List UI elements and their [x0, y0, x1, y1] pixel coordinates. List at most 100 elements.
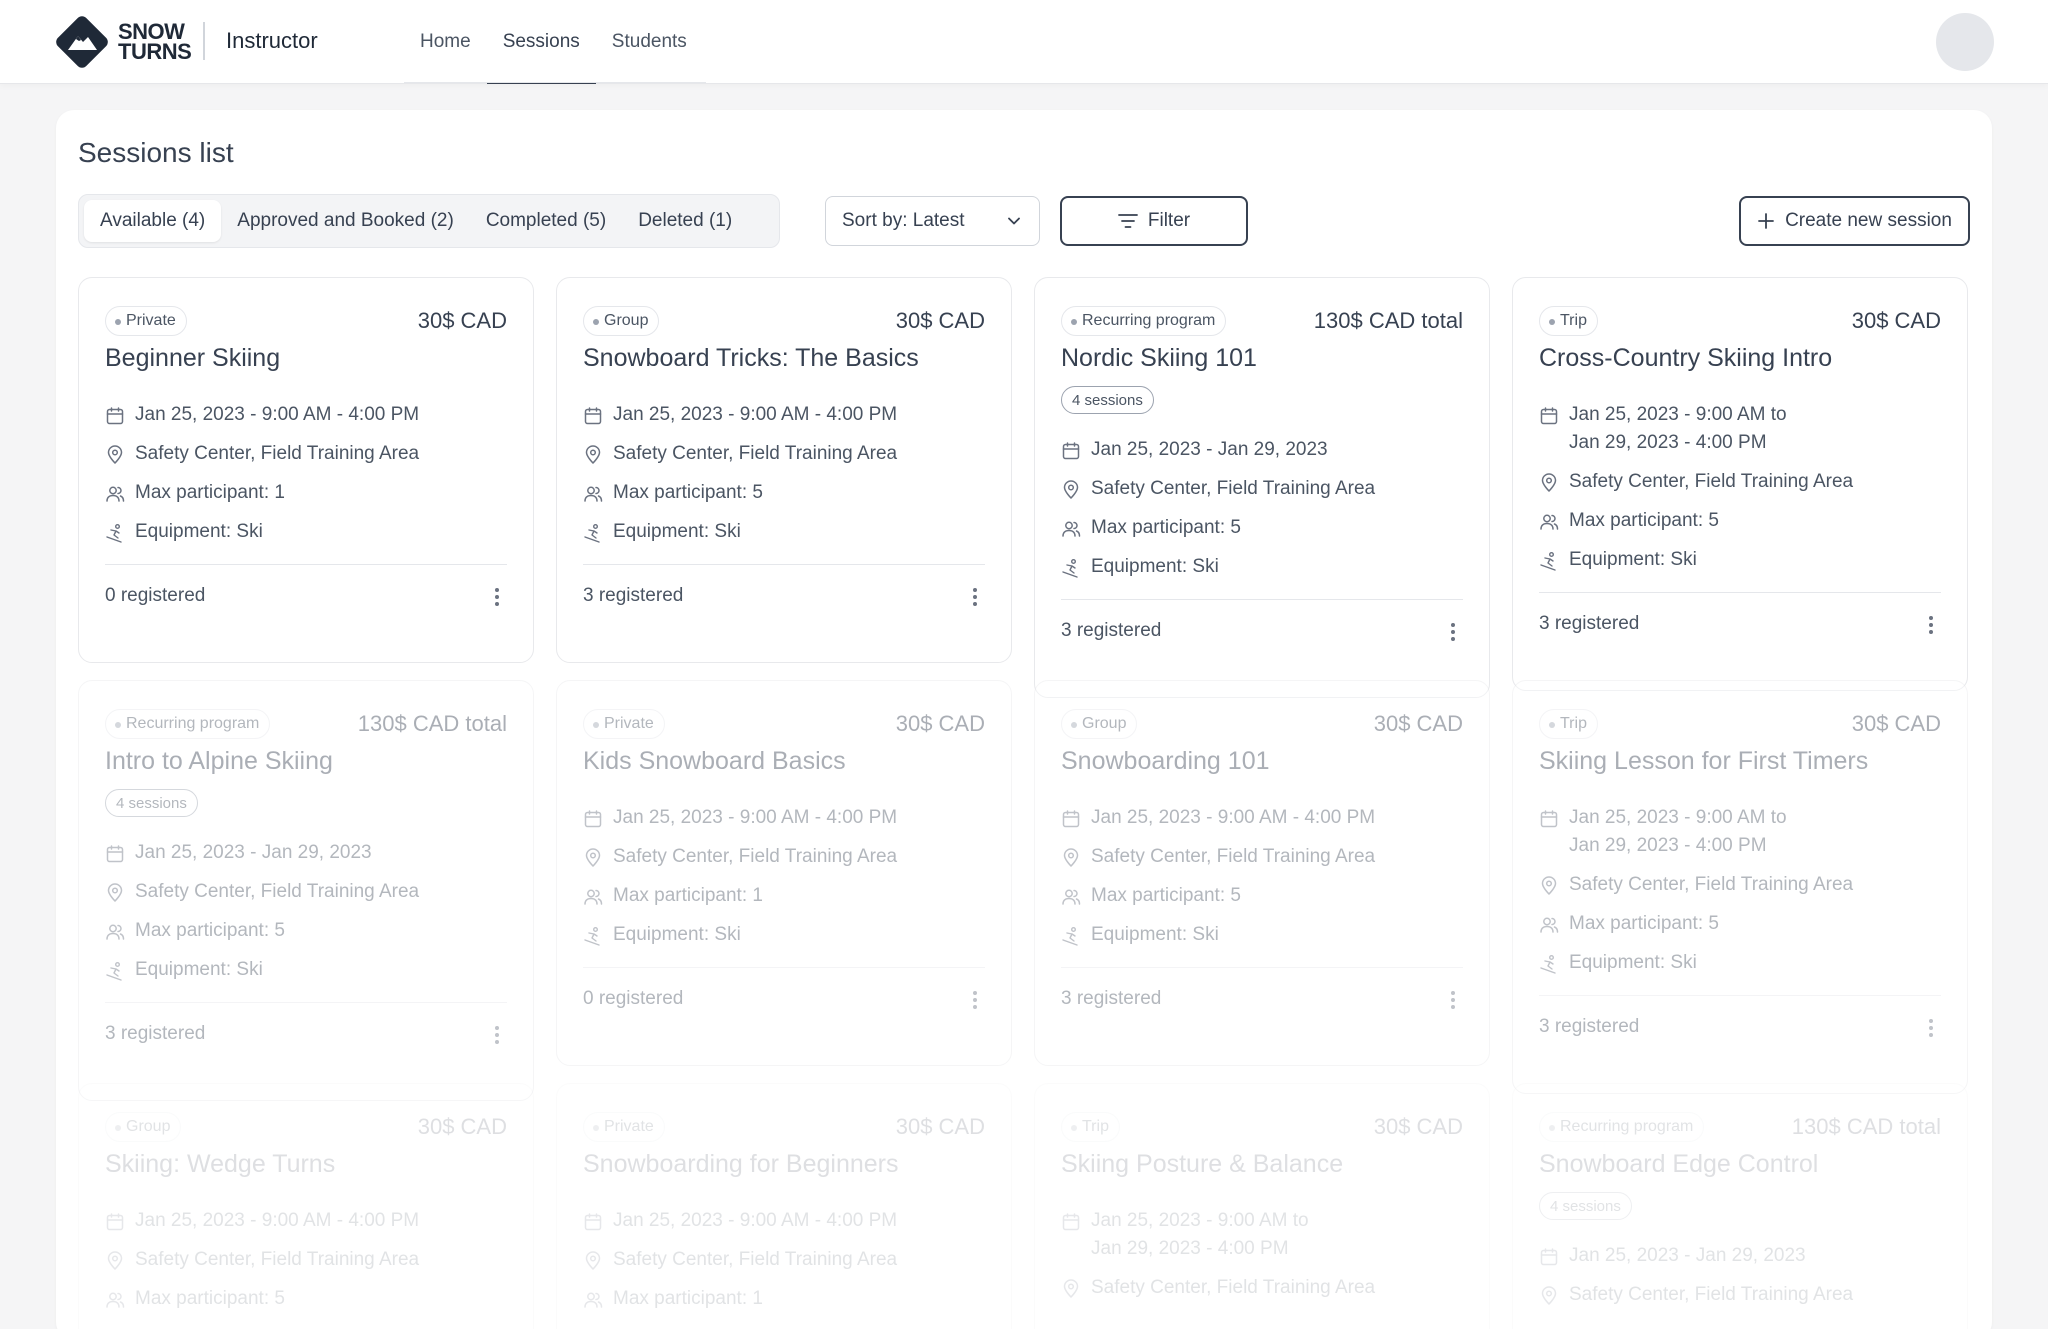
nav-students[interactable]: Students — [596, 0, 703, 84]
session-date-line: Jan 25, 2023 - Jan 29, 2023 — [1569, 1245, 1806, 1266]
session-title[interactable]: Skiing: Wedge Turns — [105, 1150, 335, 1179]
session-card[interactable]: Trip 30$ CAD Cross-Country Skiing Intro Jan… — [1512, 277, 1968, 691]
session-date: Jan 25, 2023 - 9:00 AM - 4:00 PM — [105, 1210, 419, 1235]
calendar-icon — [106, 845, 124, 863]
session-location-text: Safety Center, Field Training Area — [1091, 846, 1376, 867]
session-title[interactable]: Snowboard Tricks: The Basics — [583, 344, 919, 373]
session-participants-text: Max participant: 5 — [613, 482, 763, 503]
users-icon — [584, 889, 603, 905]
snowturns-logo[interactable]: SNOW TURNS — [52, 12, 192, 72]
tab-approved-booked[interactable]: Approved and Booked (2) — [221, 200, 470, 242]
session-location: Safety Center, Field Training Area — [1539, 471, 1853, 496]
registered-count: 3 registered — [105, 1023, 206, 1044]
tab-available[interactable]: Available (4) — [84, 200, 222, 242]
nav-home[interactable]: Home — [404, 0, 487, 84]
session-title[interactable]: Cross-Country Skiing Intro — [1539, 344, 1832, 373]
session-date-line: Jan 25, 2023 - 9:00 AM to — [1569, 807, 1787, 828]
card-divider — [583, 967, 985, 968]
more-vertical-icon[interactable] — [1449, 621, 1457, 643]
filter-button[interactable]: Filter — [1060, 196, 1248, 246]
session-date-line: Jan 25, 2023 - 9:00 AM to — [1569, 404, 1787, 425]
session-location-text: Safety Center, Field Training Area — [135, 443, 420, 464]
more-vertical-icon[interactable] — [1927, 614, 1935, 636]
tab-completed[interactable]: Completed (5) — [470, 200, 622, 242]
session-location-text: Safety Center, Field Training Area — [613, 443, 898, 464]
registered-count: 3 registered — [1061, 620, 1162, 641]
location-pin-icon — [585, 445, 601, 465]
session-title[interactable]: Skiing Lesson for First Timers — [1539, 747, 1868, 776]
session-card[interactable]: Group 30$ CAD Skiing: Wedge Turns Jan 25, 2… — [78, 1083, 534, 1329]
session-title[interactable]: Beginner Skiing — [105, 344, 280, 373]
session-card[interactable]: Private 30$ CAD Beginner Skiing Jan 25, 202… — [78, 277, 534, 663]
session-title[interactable]: Nordic Skiing 101 — [1061, 344, 1257, 373]
session-location-text: Safety Center, Field Training Area — [1569, 874, 1854, 895]
session-card[interactable]: Group 30$ CAD Snowboard Tricks: The Basics… — [556, 277, 1012, 663]
session-card[interactable]: Trip 30$ CAD Skiing Lesson for First Timer… — [1512, 680, 1968, 1094]
session-title[interactable]: Snowboard Edge Control — [1539, 1150, 1818, 1179]
session-title[interactable]: Intro to Alpine Skiing — [105, 747, 333, 776]
location-pin-icon — [585, 848, 601, 868]
nav-sessions[interactable]: Sessions — [486, 0, 596, 84]
users-icon — [1540, 514, 1559, 530]
session-type-badge: Trip — [1539, 709, 1598, 739]
more-vertical-icon[interactable] — [493, 586, 501, 608]
session-location-text: Safety Center, Field Training Area — [1569, 471, 1854, 492]
session-location-text: Safety Center, Field Training Area — [1569, 1284, 1854, 1305]
session-card[interactable]: Recurring program 130$ CAD total Nordic Sk… — [1034, 277, 1490, 698]
session-participants: Max participant: 1 — [583, 1288, 763, 1313]
session-date-line: Jan 29, 2023 - 4:00 PM — [1569, 835, 1767, 856]
session-card[interactable]: Private 30$ CAD Snowboarding for Beginners… — [556, 1083, 1012, 1329]
session-title[interactable]: Snowboarding 101 — [1061, 747, 1270, 776]
session-location: Safety Center, Field Training Area — [583, 846, 897, 871]
session-price: 130$ CAD total — [1791, 1114, 1941, 1139]
session-price: 30$ CAD — [1851, 308, 1941, 333]
chevron-down-icon — [1008, 217, 1020, 225]
ski-icon — [1062, 927, 1078, 946]
session-equipment: Equipment: Ski — [105, 521, 263, 546]
location-pin-icon — [107, 883, 123, 903]
session-card[interactable]: Trip 30$ CAD Skiing Posture & Balance Jan 2… — [1034, 1083, 1490, 1329]
more-vertical-icon[interactable] — [1927, 1017, 1935, 1039]
session-date-line: Jan 25, 2023 - 9:00 AM to — [1091, 1210, 1309, 1231]
session-location-text: Safety Center, Field Training Area — [1091, 478, 1376, 499]
more-vertical-icon[interactable] — [493, 1024, 501, 1046]
ski-icon — [1540, 552, 1556, 571]
users-icon — [584, 1292, 603, 1308]
session-title[interactable]: Skiing Posture & Balance — [1061, 1150, 1343, 1179]
session-location: Safety Center, Field Training Area — [1539, 1284, 1853, 1309]
session-card[interactable]: Group 30$ CAD Snowboarding 101 Jan 25, 2023… — [1034, 680, 1490, 1066]
ski-icon — [106, 962, 122, 981]
session-participants-text: Max participant: 5 — [1569, 510, 1719, 531]
session-title[interactable]: Snowboarding for Beginners — [583, 1150, 898, 1179]
session-equipment: Equipment: Ski — [583, 924, 741, 949]
session-date-line: Jan 25, 2023 - 9:00 AM - 4:00 PM — [135, 404, 420, 425]
session-equipment-text: Equipment: Ski — [613, 521, 741, 542]
session-date: Jan 25, 2023 - 9:00 AM to Jan 29, 2023 - … — [1061, 1210, 1309, 1263]
session-equipment-text: Equipment: Ski — [613, 924, 741, 945]
sort-dropdown[interactable]: Sort by: Latest — [825, 196, 1040, 246]
location-pin-icon — [1541, 473, 1557, 493]
session-date: Jan 25, 2023 - Jan 29, 2023 — [1061, 439, 1328, 464]
session-title[interactable]: Kids Snowboard Basics — [583, 747, 846, 776]
more-vertical-icon[interactable] — [971, 989, 979, 1011]
users-icon — [584, 486, 603, 502]
session-equipment: Equipment: Ski — [1539, 549, 1697, 574]
calendar-icon — [1540, 1248, 1558, 1266]
session-card[interactable]: Recurring program 130$ CAD total Intro to … — [78, 680, 534, 1101]
session-participants: Max participant: 5 — [583, 482, 763, 507]
user-avatar[interactable] — [1936, 13, 1994, 71]
session-date-line: Jan 29, 2023 - 4:00 PM — [1091, 1238, 1289, 1259]
more-vertical-icon[interactable] — [971, 586, 979, 608]
session-type-badge: Recurring program — [1061, 306, 1227, 336]
location-pin-icon — [107, 445, 123, 465]
users-icon — [1540, 917, 1559, 933]
create-session-button[interactable]: Create new session — [1739, 196, 1970, 246]
session-type-badge: Recurring program — [1539, 1112, 1705, 1142]
ski-icon — [584, 524, 600, 543]
users-icon — [106, 924, 125, 940]
tab-deleted[interactable]: Deleted (1) — [622, 200, 748, 242]
session-card[interactable]: Recurring program 130$ CAD total Snowboard… — [1512, 1083, 1968, 1329]
more-vertical-icon[interactable] — [1449, 989, 1457, 1011]
session-type-badge: Recurring program — [105, 709, 271, 739]
session-card[interactable]: Private 30$ CAD Kids Snowboard Basics Jan 2… — [556, 680, 1012, 1066]
